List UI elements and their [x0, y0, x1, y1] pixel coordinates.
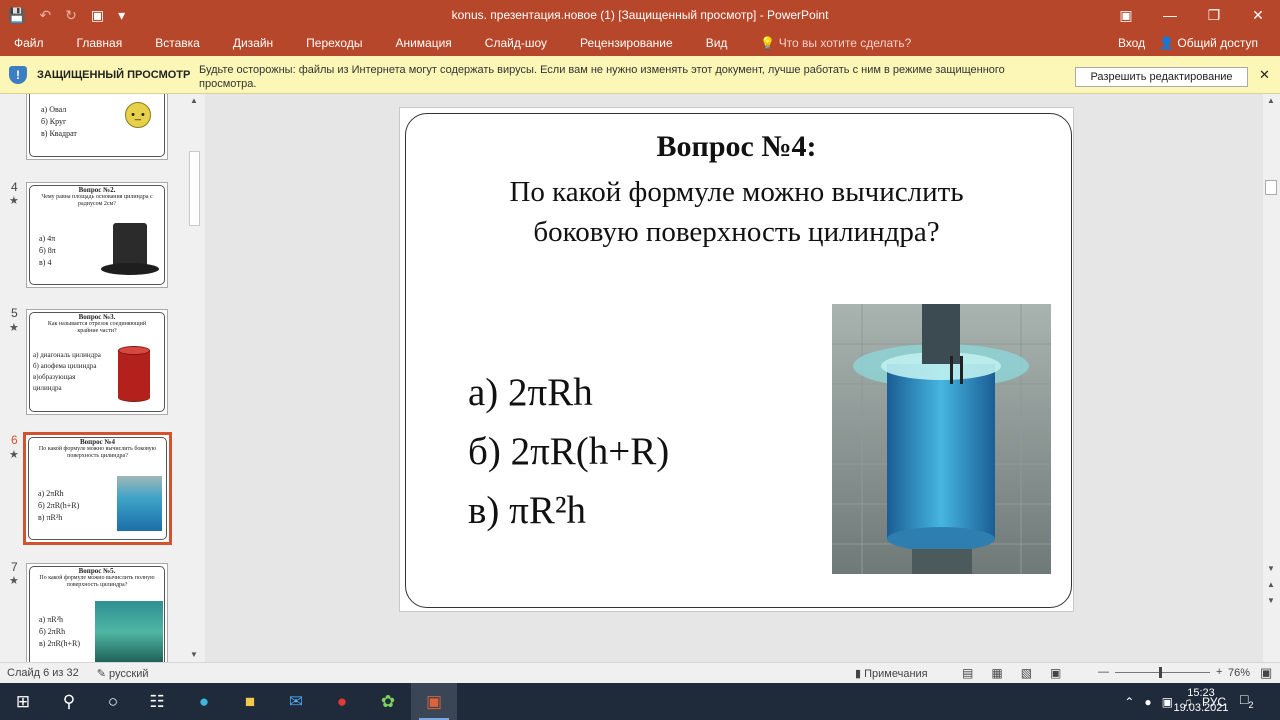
- scroll-thumb[interactable]: [1265, 180, 1277, 195]
- icq-icon[interactable]: ✿: [365, 683, 411, 720]
- tab-file[interactable]: Файл: [0, 36, 44, 50]
- top-hat-icon: [101, 223, 159, 279]
- ribbon-display-icon[interactable]: ▣: [1104, 0, 1148, 30]
- answer-b: б) 2πR(h+R): [468, 430, 670, 473]
- previous-slide-icon[interactable]: ▲: [1267, 580, 1275, 589]
- minimize-icon[interactable]: —: [1148, 0, 1192, 30]
- cylinder-icon: [118, 346, 150, 402]
- task-view-icon[interactable]: ☷: [134, 683, 180, 720]
- signin-link[interactable]: Вход: [1118, 36, 1145, 50]
- slideshow-view-icon[interactable]: ▣: [1050, 666, 1061, 680]
- microphone-icon[interactable]: ●: [1144, 695, 1151, 709]
- language-indicator[interactable]: ✎ русский: [97, 667, 149, 680]
- notes-button[interactable]: ▮ Примечания: [855, 667, 928, 680]
- yandex-browser-icon[interactable]: ●: [319, 683, 365, 720]
- zoom-control: — +: [1098, 666, 1222, 678]
- close-icon[interactable]: ✕: [1236, 0, 1280, 30]
- start-icon[interactable]: ⊞: [0, 683, 46, 720]
- maximize-icon[interactable]: ❐: [1192, 0, 1236, 30]
- clock-date: 19.03.2021: [1173, 702, 1229, 714]
- slide-thumbnail-pane: а) Овал б) Круг в) Квадрат •_• 4 ★ Вопро…: [0, 94, 205, 662]
- zoom-in-icon[interactable]: +: [1216, 666, 1222, 678]
- shield-icon: !: [9, 66, 27, 84]
- lightbulb-icon: 💡: [760, 36, 779, 50]
- search-icon[interactable]: ⚲: [46, 683, 92, 720]
- protected-view-label: ЗАЩИЩЕННЫЙ ПРОСМОТР: [37, 69, 191, 81]
- share-button[interactable]: 👤 Общий доступ: [1159, 36, 1258, 50]
- next-slide-icon[interactable]: ▼: [1267, 596, 1275, 605]
- reading-view-icon[interactable]: ▧: [1021, 666, 1032, 680]
- window-controls: ▣ — ❐ ✕: [1104, 0, 1280, 30]
- tab-view[interactable]: Вид: [692, 36, 728, 50]
- windows-taskbar: ⊞ ⚲ ○ ☷ ● ■ ✉ ● ✿ ▣ ⌃ ● ▣ ♫ РУС 15:23 19…: [0, 683, 1280, 720]
- tab-design[interactable]: Дизайн: [219, 36, 273, 50]
- scroll-thumb[interactable]: [189, 151, 200, 226]
- zoom-level[interactable]: 76%: [1228, 667, 1250, 679]
- status-bar: Слайд 6 из 32 ✎ русский ▮ Примечания ▤ ▦…: [0, 662, 1280, 683]
- notes-icon: ▮: [855, 668, 865, 680]
- aquarium-thumbnail-image: [117, 476, 162, 531]
- tab-transitions[interactable]: Переходы: [292, 36, 362, 50]
- animation-star-icon: ★: [9, 449, 19, 461]
- protected-view-bar: ! ЗАЩИЩЕННЫЙ ПРОСМОТР Будьте осторожны: …: [0, 56, 1280, 94]
- edge-icon[interactable]: ●: [181, 683, 227, 720]
- cortana-icon[interactable]: ○: [90, 683, 136, 720]
- tab-insert[interactable]: Вставка: [141, 36, 200, 50]
- scroll-down-arrow-icon[interactable]: ▼: [1267, 564, 1275, 573]
- window-title: konus. презентация.новое (1) [Защищенный…: [451, 8, 829, 22]
- animation-star-icon: ★: [9, 575, 19, 587]
- ribbon-tabs: Файл Главная Вставка Дизайн Переходы Ани…: [0, 30, 1280, 56]
- normal-view-icon[interactable]: ▤: [962, 666, 973, 680]
- clock-time: 15:23: [1187, 687, 1215, 699]
- spellcheck-icon: ✎: [96, 668, 110, 680]
- clock[interactable]: 15:23 19.03.2021: [1173, 686, 1229, 716]
- person-icon: 👤: [1159, 36, 1178, 50]
- slide-editor: Вопрос №4: По какой формуле можно вычисл…: [205, 94, 1263, 662]
- network-icon[interactable]: ▣: [1162, 695, 1173, 709]
- editor-scrollbar[interactable]: ▲ ▼ ▲ ▼: [1263, 94, 1280, 662]
- enable-editing-button[interactable]: Разрешить редактирование: [1075, 67, 1248, 87]
- slide-counter: Слайд 6 из 32: [7, 667, 79, 679]
- scroll-up-arrow-icon[interactable]: ▲: [1267, 96, 1275, 105]
- file-explorer-icon[interactable]: ■: [227, 683, 273, 720]
- aquarium-photo-graphic: [832, 304, 1051, 574]
- view-buttons: ▤ ▦ ▧ ▣: [962, 666, 1061, 680]
- mail-icon[interactable]: ✉: [273, 683, 319, 720]
- zoom-slider[interactable]: [1115, 666, 1210, 678]
- tell-me-box[interactable]: 💡 Что вы хотите сделать?: [746, 36, 911, 50]
- slide-title: Вопрос №4:: [656, 130, 817, 163]
- animation-star-icon: ★: [9, 322, 19, 334]
- answer-c: в) πR²h: [468, 489, 587, 532]
- tab-animation[interactable]: Анимация: [381, 36, 451, 50]
- fit-to-window-icon[interactable]: ▣: [1260, 665, 1272, 681]
- tab-slideshow[interactable]: Слайд-шоу: [471, 36, 547, 50]
- aquarium-cylinder-photo: [832, 304, 1051, 574]
- title-bar: 💾 ↶ ↻ ▣ ▾ konus. презентация.новое (1) […: [0, 0, 1280, 30]
- slide-sorter-icon[interactable]: ▦: [991, 666, 1002, 680]
- protected-view-message: Будьте осторожны: файлы из Интернета мог…: [199, 64, 1005, 90]
- answer-a: а) 2πRh: [468, 371, 593, 414]
- slide-question: По какой формуле можно вычислить боковую…: [509, 176, 964, 248]
- scroll-down-arrow-icon[interactable]: ▼: [190, 650, 198, 659]
- close-bar-icon[interactable]: ✕: [1259, 67, 1270, 83]
- answer-list: а) 2πRh б) 2πR(h+R) в) πR²h: [468, 363, 669, 540]
- scroll-up-arrow-icon[interactable]: ▲: [190, 96, 198, 105]
- zoom-out-icon[interactable]: —: [1098, 666, 1109, 678]
- tab-review[interactable]: Рецензирование: [566, 36, 673, 50]
- thumbnail-scrollbar[interactable]: ▲ ▼: [186, 94, 203, 662]
- underwater-tunnel-image: [95, 601, 163, 662]
- current-slide[interactable]: Вопрос №4: По какой формуле можно вычисл…: [399, 107, 1074, 612]
- tab-home[interactable]: Главная: [63, 36, 123, 50]
- show-hidden-icons-icon[interactable]: ⌃: [1124, 695, 1134, 709]
- emoji-face-icon: •_•: [125, 102, 151, 128]
- animation-star-icon: ★: [9, 195, 19, 207]
- powerpoint-icon[interactable]: ▣: [411, 683, 457, 720]
- notification-center-icon[interactable]: □2: [1240, 691, 1253, 710]
